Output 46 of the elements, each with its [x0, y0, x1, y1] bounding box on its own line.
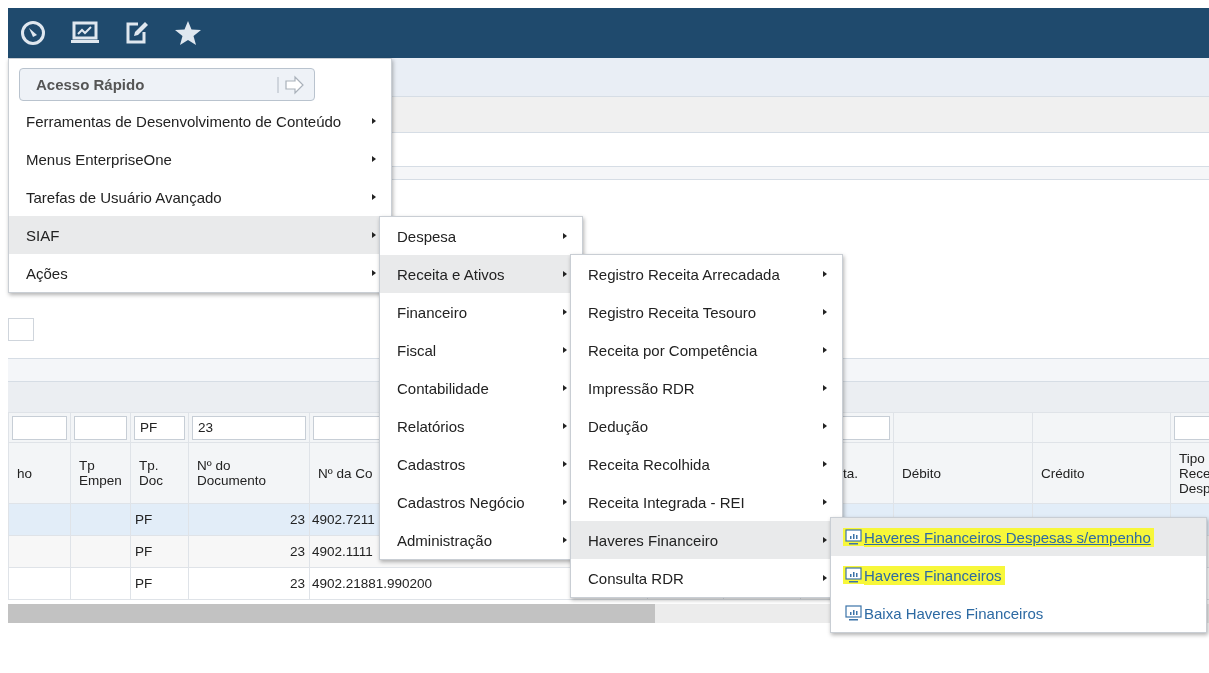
- column-header[interactable]: Crédito: [1032, 442, 1171, 504]
- menu-link[interactable]: Haveres Financeiros: [831, 556, 1206, 594]
- star-icon[interactable]: [174, 20, 202, 46]
- quick-access-field[interactable]: Acesso Rápido: [19, 68, 315, 101]
- menu-link[interactable]: Baixa Haveres Financeiros: [831, 594, 1206, 632]
- filter-field[interactable]: [12, 415, 67, 440]
- input-field[interactable]: [8, 318, 34, 341]
- caret-icon: [823, 347, 827, 353]
- menu-item[interactable]: Registro Receita Tesouro: [571, 293, 842, 331]
- menu-item[interactable]: Dedução: [571, 407, 842, 445]
- column-header[interactable]: Tp Empen: [70, 442, 131, 504]
- filter-field[interactable]: PF: [134, 415, 185, 440]
- column-header[interactable]: Tp. Doc: [130, 442, 189, 504]
- table-cell: 23: [289, 576, 305, 591]
- column-header[interactable]: Nº do Documento: [188, 442, 310, 504]
- table-cell: PF: [135, 512, 153, 527]
- menu-item[interactable]: Tarefas de Usuário Avançado: [9, 178, 391, 216]
- filter-field[interactable]: [74, 415, 127, 440]
- column-header[interactable]: Débito: [893, 442, 1033, 504]
- menu-item[interactable]: Ferramentas de Desenvolvimento de Conteúdo: [9, 102, 391, 140]
- caret-icon: [823, 423, 827, 429]
- table-cell: 4902.21881.990200: [312, 576, 433, 591]
- caret-icon: [823, 499, 827, 505]
- table-cell: 4902.1111: [312, 544, 373, 559]
- laptop-chart-icon[interactable]: [70, 21, 100, 45]
- menu-item[interactable]: Impressão RDR: [571, 369, 842, 407]
- caret-icon: [372, 156, 376, 162]
- caret-icon: [563, 233, 567, 239]
- column-header[interactable]: ho: [8, 442, 71, 504]
- caret-icon: [823, 461, 827, 467]
- table-cell: PF: [135, 576, 153, 591]
- dial-icon[interactable]: [20, 20, 46, 46]
- caret-icon: [823, 309, 827, 315]
- caret-icon: [372, 118, 376, 124]
- table-cell: 23: [289, 512, 305, 527]
- edit-icon[interactable]: [124, 20, 150, 46]
- caret-icon: [372, 194, 376, 200]
- table-cell: 23: [289, 544, 305, 559]
- table-cell: 4902.7211: [312, 512, 375, 527]
- table-cell: PF: [135, 544, 153, 559]
- menu-link[interactable]: Haveres Financeiros Despesas s/empenho: [831, 518, 1206, 556]
- filter-field[interactable]: 23: [192, 415, 306, 440]
- menu-item[interactable]: Receita por Competência: [571, 331, 842, 369]
- menu-item[interactable]: Menus EnterpriseOne: [9, 140, 391, 178]
- caret-icon: [823, 271, 827, 277]
- caret-icon: [823, 385, 827, 391]
